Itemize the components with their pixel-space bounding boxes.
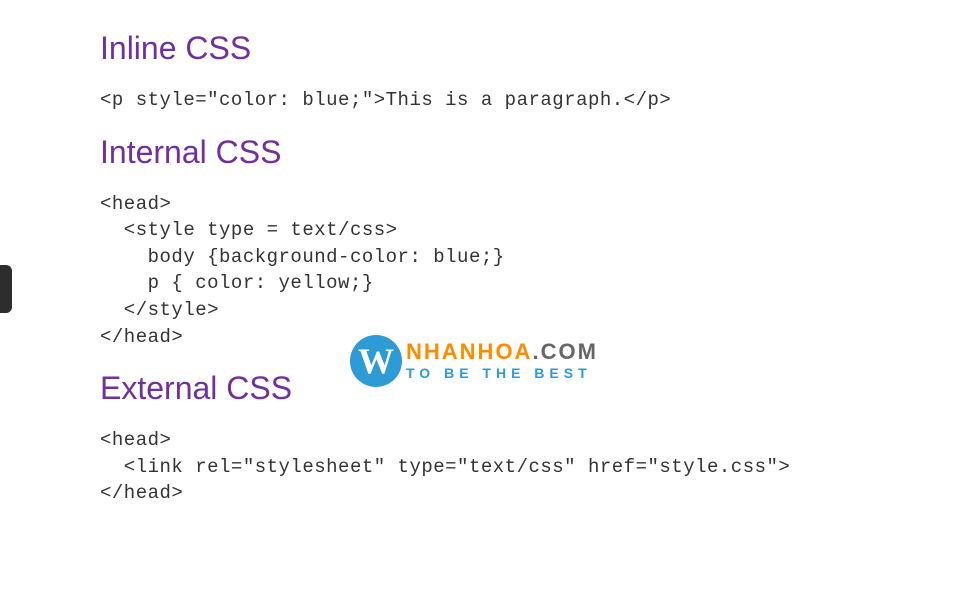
watermark-logo: W NHANHOA.COM TO BE THE BEST <box>350 335 598 387</box>
heading-internal-css: Internal CSS <box>100 134 960 171</box>
watermark-text: NHANHOA.COM TO BE THE BEST <box>406 341 598 381</box>
watermark-tagline: TO BE THE BEST <box>406 365 598 381</box>
code-external-css: <head> <link rel="stylesheet" type="text… <box>100 427 960 507</box>
watermark-domain: .COM <box>532 339 597 364</box>
watermark-brand: NHANHOA.COM <box>406 341 598 363</box>
heading-inline-css: Inline CSS <box>100 30 960 67</box>
watermark-letter-icon: W <box>350 335 402 387</box>
code-inline-css: <p style="color: blue;">This is a paragr… <box>100 87 960 114</box>
code-internal-css: <head> <style type = text/css> body {bac… <box>100 191 960 351</box>
side-tab <box>0 265 12 313</box>
watermark-brand-name: NHANHOA <box>406 339 532 364</box>
